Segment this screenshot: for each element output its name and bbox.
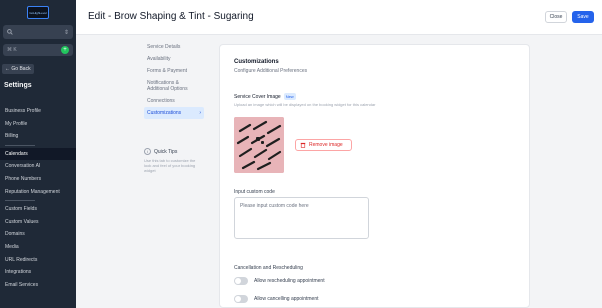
allow-reschedule-row: Allow rescheduling appointment bbox=[234, 277, 325, 285]
card-subtitle: Configure Additional Preferences bbox=[234, 68, 308, 74]
sidebar-item[interactable]: Custom Values bbox=[0, 216, 76, 229]
sidebar-item[interactable]: Domains bbox=[0, 228, 76, 241]
new-badge: New bbox=[283, 93, 296, 100]
lightbulb-icon: i bbox=[144, 148, 151, 155]
quick-tips: i Quick Tips Use this tab to customize t… bbox=[144, 148, 202, 173]
page-title: Edit - Brow Shaping & Tint - Sugaring bbox=[88, 11, 254, 22]
sidebar-item[interactable]: Reputation Management bbox=[0, 186, 76, 199]
allow-reschedule-toggle[interactable] bbox=[234, 277, 248, 285]
quick-add-icon[interactable]: + bbox=[61, 46, 69, 54]
sidebar-item[interactable]: Billing bbox=[0, 130, 76, 143]
subnav-item[interactable]: Customizations › bbox=[144, 107, 204, 119]
subnav-item[interactable]: Notifications & Additional Options bbox=[144, 77, 204, 95]
app-logo: GoHighLevel bbox=[27, 6, 49, 19]
card-title: Customizations bbox=[234, 59, 279, 65]
sidebar-item[interactable]: URL Redirects bbox=[0, 254, 76, 267]
custom-code-textarea[interactable]: Please input custom code here bbox=[234, 197, 369, 239]
remove-image-button[interactable]: Remove image bbox=[295, 139, 352, 151]
sidebar-item[interactable]: Custom Fields bbox=[0, 203, 76, 216]
quick-tips-text: Use this tab to customize the look and f… bbox=[144, 158, 196, 173]
sidebar-item[interactable]: Calendars bbox=[0, 147, 76, 161]
search-shortcut: ⌘ K bbox=[7, 47, 17, 53]
quick-tips-title: Quick Tips bbox=[154, 148, 178, 155]
subnav-item[interactable]: Availability bbox=[144, 53, 204, 65]
go-back-button[interactable]: ← Go Back bbox=[2, 64, 34, 74]
subnav-item[interactable]: Service Details bbox=[144, 41, 204, 53]
sidebar-item[interactable]: Phone Numbers bbox=[0, 173, 76, 186]
sidebar-item[interactable]: Business Profile bbox=[0, 105, 76, 118]
calendar-subnav: Service Details Availability Forms & Payme… bbox=[144, 41, 204, 119]
subnav-item[interactable]: Connections bbox=[144, 95, 204, 107]
search-icon bbox=[7, 29, 13, 35]
chevron-right-icon: › bbox=[199, 110, 201, 116]
subnav-item[interactable]: Forms & Payment bbox=[144, 65, 204, 77]
sidebar: GoHighLevel ⇕ ⌘ K + ← Go Back Settings B… bbox=[0, 0, 76, 308]
location-selector[interactable]: ⇕ bbox=[3, 25, 73, 39]
save-button[interactable]: Save bbox=[572, 11, 594, 23]
close-button[interactable]: Close bbox=[545, 11, 567, 23]
sidebar-item[interactable]: Integrations bbox=[0, 266, 76, 279]
customizations-card: Customizations Configure Additional Pref… bbox=[219, 44, 530, 308]
sidebar-item[interactable]: My Profile bbox=[0, 118, 76, 131]
cancellation-section-title: Cancellation and Rescheduling bbox=[234, 265, 303, 271]
settings-nav: Business Profile My Profile Billing Calenda… bbox=[0, 105, 76, 291]
sidebar-item[interactable]: Media bbox=[0, 241, 76, 254]
search-input[interactable]: ⌘ K + bbox=[3, 44, 73, 56]
chevron-updown-icon: ⇕ bbox=[63, 29, 69, 36]
settings-title: Settings bbox=[4, 82, 32, 89]
trash-icon bbox=[300, 142, 306, 148]
brow-tools-image bbox=[234, 117, 284, 173]
page-header: Edit - Brow Shaping & Tint - Sugaring Cl… bbox=[76, 0, 602, 35]
cover-image-preview[interactable] bbox=[234, 117, 284, 173]
sidebar-item[interactable]: Conversation AI bbox=[0, 160, 76, 173]
custom-code-label: Input custom code bbox=[234, 189, 275, 195]
sidebar-item[interactable]: Email Services bbox=[0, 279, 76, 292]
allow-cancel-toggle[interactable] bbox=[234, 295, 248, 303]
allow-cancel-row: Allow cancelling appointment bbox=[234, 295, 318, 303]
cover-image-help: Upload an image which will be displayed … bbox=[234, 102, 376, 107]
cover-image-label: Service Cover Image New bbox=[234, 93, 296, 100]
